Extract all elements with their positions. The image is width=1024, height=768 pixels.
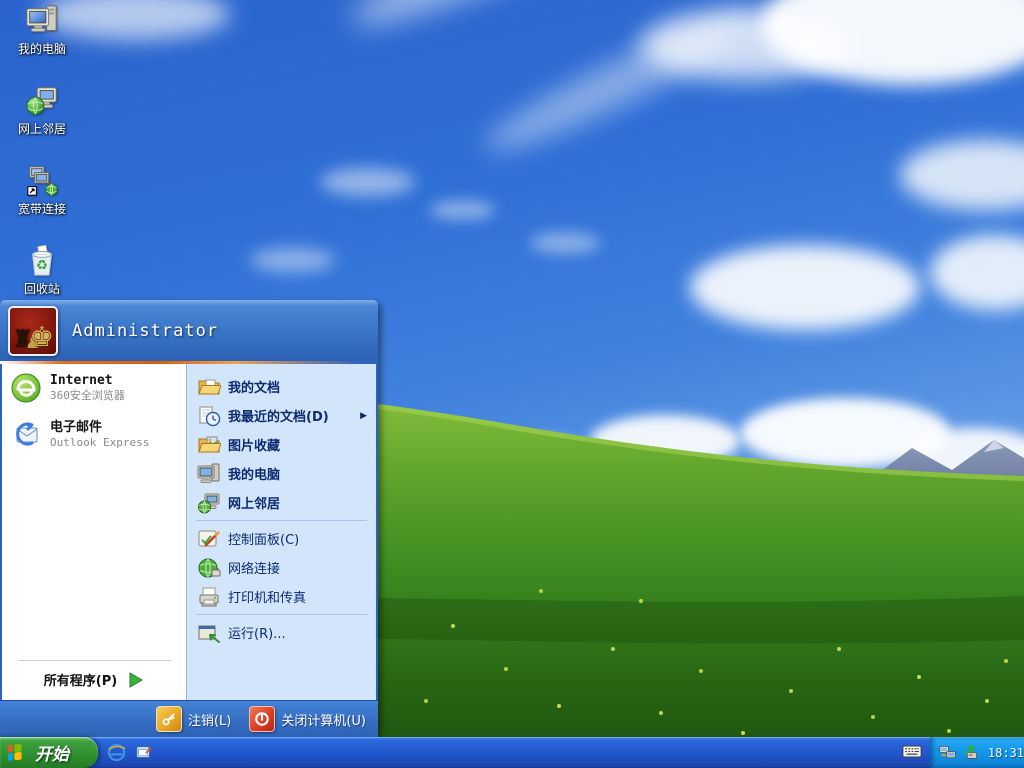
desktop-icon-network-places[interactable]: 网上邻居 bbox=[6, 84, 78, 136]
network-connections-icon bbox=[198, 558, 221, 577]
desktop-icon-my-computer[interactable]: 我的电脑 bbox=[6, 4, 78, 56]
start-menu-left-column: Internet 360安全浏览器 电子邮件 Outlook Express 所… bbox=[2, 364, 187, 700]
desktop: 我的电脑 网上邻居 宽带连接 ♻ 回收站 ♜ ♟ ♚ Administrator… bbox=[0, 0, 1024, 768]
menu-item-control-panel[interactable]: 控制面板(C) bbox=[187, 524, 376, 553]
desktop-icon-broadband[interactable]: 宽带连接 bbox=[6, 164, 78, 216]
my-pictures-icon bbox=[198, 436, 221, 452]
all-programs-label: 所有程序(P) bbox=[43, 674, 118, 689]
menu-item-printers-faxes[interactable]: 打印机和传真 bbox=[187, 582, 376, 611]
desktop-icon-label: 回收站 bbox=[23, 282, 60, 296]
pinned-item-title: Internet bbox=[50, 373, 113, 388]
user-avatar[interactable]: ♜ ♟ ♚ bbox=[8, 305, 58, 356]
network-places-small-icon bbox=[198, 493, 220, 513]
menu-item-label: 我的电脑 bbox=[228, 468, 281, 483]
desktop-icon-label: 网上邻居 bbox=[17, 122, 66, 136]
pinned-item-email[interactable]: 电子邮件 Outlook Express bbox=[2, 411, 186, 458]
left-column-spacer bbox=[2, 458, 186, 660]
cloud bbox=[530, 232, 600, 254]
system-tray: 18:31 bbox=[930, 737, 1024, 768]
menu-item-my-computer[interactable]: 我的电脑 bbox=[187, 459, 376, 488]
start-button-label: 开始 bbox=[35, 745, 69, 765]
internet-explorer-icon[interactable] bbox=[107, 743, 126, 762]
desktop-icon-label: 宽带连接 bbox=[17, 202, 66, 216]
all-programs-button[interactable]: 所有程序(P) bbox=[2, 661, 186, 700]
log-off-label: 注销(L) bbox=[187, 713, 232, 729]
menu-item-my-documents[interactable]: 我的文档 bbox=[187, 372, 376, 401]
start-menu: ♜ ♟ ♚ Administrator Internet 360安全浏览器 电子… bbox=[0, 300, 378, 737]
safely-remove-tray-icon[interactable] bbox=[963, 744, 980, 761]
my-computer-small-icon bbox=[197, 463, 220, 483]
broadband-connection-icon bbox=[27, 166, 58, 196]
menu-item-label: 我的文档 bbox=[228, 381, 281, 396]
menu-separator bbox=[196, 520, 367, 521]
shut-down-button[interactable]: 关闭计算机(U) bbox=[249, 706, 366, 732]
wildflowers bbox=[0, 0, 2, 2]
start-button[interactable]: 开始 bbox=[0, 737, 98, 768]
menu-item-recent-documents[interactable]: 我最近的文档(D) ▶ bbox=[187, 401, 376, 430]
menu-item-my-pictures[interactable]: 图片收藏 bbox=[187, 430, 376, 459]
menu-item-label: 运行(R)... bbox=[228, 627, 286, 642]
menu-item-label: 控制面板(C) bbox=[228, 533, 300, 548]
menu-item-network-connections[interactable]: 网络连接 bbox=[187, 553, 376, 582]
control-panel-icon bbox=[198, 530, 220, 546]
desktop-icon-recycle-bin[interactable]: ♻ 回收站 bbox=[6, 244, 78, 296]
pinned-item-internet[interactable]: Internet 360安全浏览器 bbox=[2, 364, 186, 411]
chess-piece-icon: ♚ bbox=[29, 321, 54, 353]
windows-logo-icon bbox=[8, 743, 22, 761]
menu-separator bbox=[196, 614, 367, 615]
printer-icon bbox=[199, 587, 219, 606]
recycle-bin-icon: ♻ bbox=[32, 244, 52, 276]
browser-360-icon bbox=[11, 373, 41, 403]
taskbar: 开始 18:31 bbox=[0, 737, 1024, 768]
user-name: Administrator bbox=[72, 320, 219, 341]
menu-item-label: 图片收藏 bbox=[228, 439, 281, 454]
submenu-arrow-icon: ▶ bbox=[360, 410, 367, 421]
run-icon bbox=[198, 625, 220, 643]
menu-item-label: 打印机和传真 bbox=[228, 591, 307, 606]
show-desktop-icon[interactable] bbox=[135, 744, 153, 762]
quick-launch-bar bbox=[107, 737, 153, 768]
taskbar-clock[interactable]: 18:31 bbox=[988, 746, 1024, 760]
pinned-item-title: 电子邮件 bbox=[50, 420, 103, 435]
desktop-icon-label: 我的电脑 bbox=[17, 42, 66, 56]
pinned-item-subtitle: 360安全浏览器 bbox=[50, 389, 125, 403]
menu-item-network-places[interactable]: 网上邻居 bbox=[187, 488, 376, 517]
menu-item-label: 我最近的文档(D) bbox=[228, 410, 329, 425]
shut-down-label: 关闭计算机(U) bbox=[281, 713, 366, 729]
shut-down-power-icon bbox=[249, 706, 276, 732]
all-programs-arrow-icon bbox=[129, 671, 144, 688]
my-computer-icon bbox=[26, 5, 57, 32]
svg-text:♻: ♻ bbox=[36, 259, 48, 274]
network-status-tray-icon[interactable] bbox=[939, 744, 958, 761]
cloud bbox=[250, 248, 335, 272]
outlook-express-icon bbox=[16, 422, 38, 446]
start-menu-footer: 注销(L) 关闭计算机(U) bbox=[0, 700, 378, 737]
start-menu-body: Internet 360安全浏览器 电子邮件 Outlook Express 所… bbox=[2, 364, 376, 700]
recent-documents-icon bbox=[199, 406, 221, 426]
input-method-keyboard-icon[interactable] bbox=[902, 744, 922, 759]
menu-item-label: 网络连接 bbox=[228, 562, 281, 577]
pinned-item-subtitle: Outlook Express bbox=[50, 436, 150, 450]
log-off-key-icon bbox=[155, 706, 182, 732]
network-places-icon bbox=[26, 87, 57, 115]
start-menu-header: ♜ ♟ ♚ Administrator bbox=[0, 300, 378, 361]
menu-item-run[interactable]: 运行(R)... bbox=[187, 618, 376, 647]
start-menu-right-column: 我的文档 我最近的文档(D) ▶ 图片收藏 我的电脑 网上邻居 控制面板(C) … bbox=[187, 364, 376, 700]
log-off-button[interactable]: 注销(L) bbox=[155, 706, 232, 732]
cloud bbox=[430, 200, 495, 220]
my-documents-icon bbox=[198, 379, 221, 394]
cloud bbox=[320, 168, 415, 196]
menu-item-label: 网上邻居 bbox=[228, 497, 281, 512]
